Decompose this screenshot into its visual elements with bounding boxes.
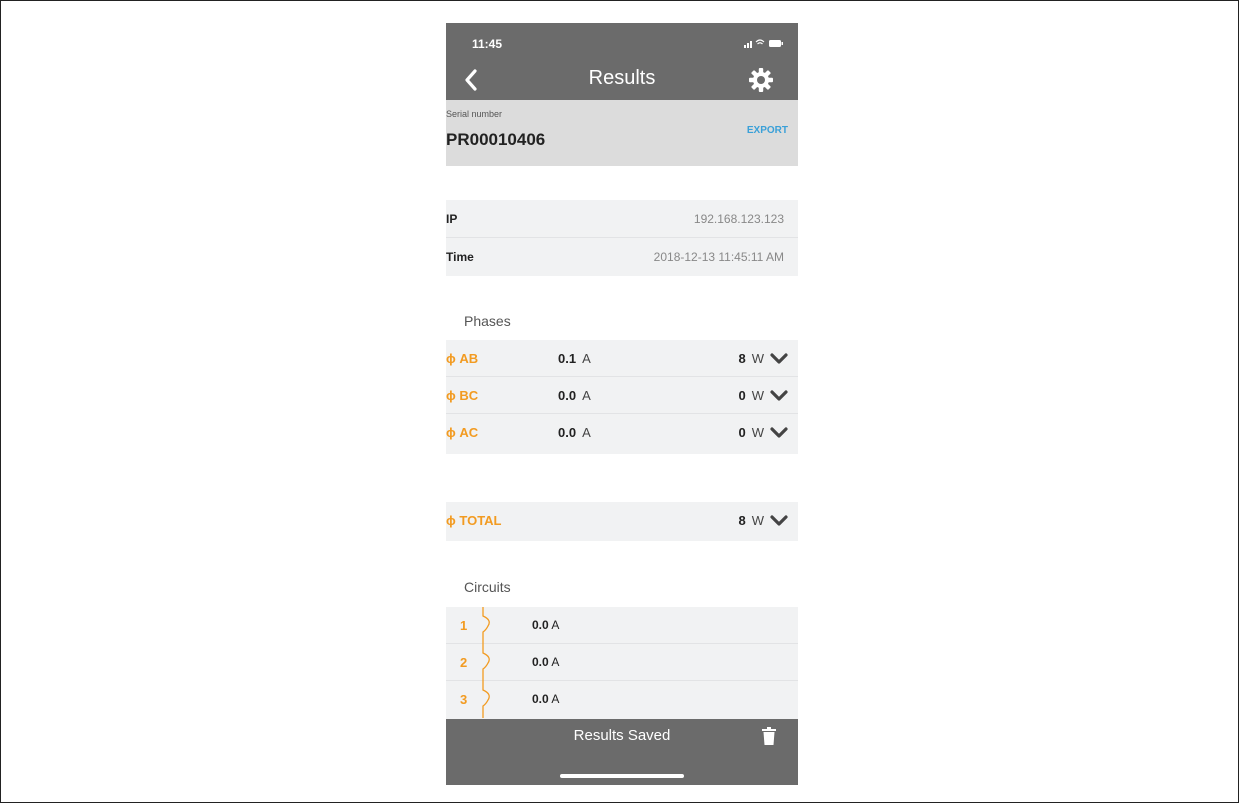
phase-amps: 0.0 A [558,388,591,403]
watts-value: 0 [738,425,746,440]
phase-name: ϕ BC [446,388,478,403]
chevron-down-icon[interactable] [770,390,788,402]
circuit-row-1: 1 0.0 A [446,607,798,644]
amps-value: 0.0 [532,655,549,669]
phase-icon: ϕ [446,351,456,366]
phase-name: ϕ AC [446,425,478,440]
phase-watts: 0W [738,388,764,403]
amps-unit: A [551,692,560,706]
breaker-icon [482,681,490,718]
total-row[interactable]: ϕ TOTAL 8W [446,502,798,541]
phase-name: ϕ AB [446,351,478,366]
signal-icon [744,41,752,48]
phase-watts: 0W [738,425,764,440]
chevron-down-icon[interactable] [770,427,788,439]
breaker-icon [482,644,490,681]
gear-icon[interactable] [748,67,774,93]
amps-value: 0.0 [532,618,549,632]
circuits-title: Circuits [464,579,511,595]
page-title: Results [588,67,656,89]
watts-unit: W [751,425,764,440]
amps-unit: A [551,655,560,669]
chevron-down-icon[interactable] [770,515,788,527]
total-label: TOTAL [459,513,502,528]
total-watts: 8W [738,513,764,528]
circuit-number: 2 [460,655,468,670]
serial-value: PR00010406 [446,130,546,149]
phase-icon: ϕ [446,388,456,403]
time-value: 2018-12-13 11:45:11 AM [653,250,784,264]
amps-unit: A [582,388,591,403]
watts-unit: W [751,513,764,528]
amps-unit: A [582,351,591,366]
phase-label: BC [459,388,479,403]
battery-icon [769,40,783,47]
amps-unit: A [582,425,591,440]
circuit-number: 1 [460,618,468,633]
watts-unit: W [751,388,764,403]
total-name: ϕ TOTAL [446,513,502,528]
phase-label: AC [459,425,479,440]
circuit-row-3: 3 0.0 A [446,681,798,718]
phase-amps: 0.1 A [558,351,591,366]
circuit-amps: 0.0 A [532,692,559,706]
trash-icon[interactable] [762,727,776,745]
phase-row-bc[interactable]: ϕ BC 0.0 A 0W [446,377,798,414]
bottom-bar: Results Saved [446,719,798,785]
phases-title: Phases [464,313,511,329]
info-row-time: Time 2018-12-13 11:45:11 AM [446,238,798,276]
phase-icon: ϕ [446,425,456,440]
watts-value: 8 [738,513,746,528]
ip-value: 192.168.123.123 [693,212,784,226]
amps-unit: A [551,618,560,632]
phase-watts: 8W [738,351,764,366]
serial-panel: Serial number PR00010406 EXPORT [446,100,798,166]
home-indicator [560,774,684,778]
ip-label: IP [446,212,458,226]
phase-row-ac[interactable]: ϕ AC 0.0 A 0W [446,414,798,451]
time-label: Time [446,250,474,264]
breaker-icon [482,607,490,644]
phases-section: ϕ AB 0.1 A 8W ϕ BC 0.0 A 0W ϕ AC 0.0 A 0W [446,340,798,454]
phase-row-ab[interactable]: ϕ AB 0.1 A 8W [446,340,798,377]
phase-icon: ϕ [446,513,456,528]
circuit-amps: 0.0 A [532,655,559,669]
amps-value: 0.1 [558,351,577,366]
amps-value: 0.0 [558,425,577,440]
phase-amps: 0.0 A [558,425,591,440]
amps-value: 0.0 [532,692,549,706]
total-section: ϕ TOTAL 8W [446,502,798,541]
phase-label: AB [459,351,479,366]
export-button[interactable]: EXPORT [747,125,788,136]
status-time: 11:45 [472,37,503,51]
info-section: IP 192.168.123.123 Time 2018-12-13 11:45… [446,200,798,276]
wifi-icon [755,39,765,45]
info-row-ip: IP 192.168.123.123 [446,200,798,238]
serial-label: Serial number [446,109,503,119]
circuit-number: 3 [460,692,468,707]
nav-bar: 11:45 Results [446,23,798,100]
status-icons [744,39,783,48]
chevron-down-icon[interactable] [770,353,788,365]
watts-unit: W [751,351,764,366]
watts-value: 8 [738,351,746,366]
serial-inner: Serial number PR00010406 EXPORT [446,100,798,166]
amps-value: 0.0 [558,388,577,403]
circuits-section: 1 0.0 A 2 0.0 A 3 0.0 A [446,607,798,719]
circuit-row-2: 2 0.0 A [446,644,798,681]
circuit-amps: 0.0 A [532,618,559,632]
results-saved-label: Results Saved [573,727,671,744]
watts-value: 0 [738,388,746,403]
phone-screen: 11:45 Results Serial number PR00010406 E… [446,23,798,785]
